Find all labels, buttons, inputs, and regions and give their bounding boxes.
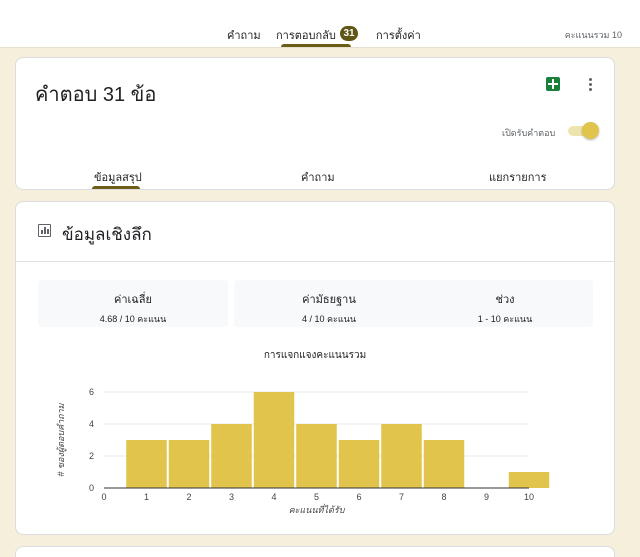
x-tick-label: 6 xyxy=(356,492,361,502)
x-tick-label: 2 xyxy=(186,492,191,502)
x-tick-label: 9 xyxy=(484,492,489,502)
x-tick-label: 8 xyxy=(441,492,446,502)
insights-card: ข้อมูลเชิงลึก ค่าเฉลี่ย 4.68 / 10 คะแนน … xyxy=(15,201,615,535)
score-distribution-chart: 0 2 4 6 0 1 2 3 4 5 6 7 8 9 10 คะแนนที่ได้รับ # ของผู้ตอ… xyxy=(56,387,550,515)
x-axis-label: คะแนนที่ได้รับ xyxy=(289,503,346,515)
bar xyxy=(338,440,380,488)
bar xyxy=(423,440,465,488)
active-subtab-indicator xyxy=(92,186,140,189)
accepting-responses-toggle[interactable] xyxy=(568,122,599,139)
tab-questions[interactable]: คำถาม xyxy=(227,26,261,44)
tab-settings[interactable]: การตั้งค่า xyxy=(376,26,421,44)
responses-card: คำตอบ 31 ข้อ เปิดรับคำตอบ ข้อมูลสรุป คำถ… xyxy=(15,57,615,190)
bar xyxy=(381,424,422,488)
x-tick-label: 4 xyxy=(271,492,276,502)
accepting-responses-label: เปิดรับคำตอบ xyxy=(502,128,556,138)
total-points: คะแนนรวม 10 xyxy=(564,30,622,40)
active-tab-indicator xyxy=(281,44,351,47)
responses-title: คำตอบ 31 ข้อ xyxy=(35,84,157,106)
responses-count-badge: 31 xyxy=(340,26,358,41)
y-tick-label: 4 xyxy=(89,419,94,429)
y-tick-label: 2 xyxy=(89,451,94,461)
x-tick-label: 3 xyxy=(229,492,234,502)
x-tick-label: 7 xyxy=(399,492,404,502)
subtab-summary[interactable]: ข้อมูลสรุป xyxy=(94,168,142,186)
bar xyxy=(296,424,337,488)
bar xyxy=(211,424,252,488)
x-tick-label: 5 xyxy=(314,492,319,502)
bar xyxy=(508,472,550,488)
bar xyxy=(253,392,295,488)
y-axis-label: # ของผู้ตอบคำถาม xyxy=(56,402,67,476)
subtab-individual[interactable]: แยกรายการ xyxy=(489,168,546,186)
bar xyxy=(168,440,210,488)
x-tick-label: 1 xyxy=(144,492,149,502)
subtab-question[interactable]: คำถาม xyxy=(301,168,335,186)
top-tabs: คำถาม การตอบกลับ 31 การตั้งค่า xyxy=(0,0,640,48)
tab-responses[interactable]: การตอบกลับ xyxy=(276,26,336,44)
y-tick-label: 6 xyxy=(89,387,94,397)
sheets-icon[interactable] xyxy=(546,77,560,91)
y-tick-label: 0 xyxy=(89,483,94,493)
top-bar: คำถาม การตอบกลับ 31 การตั้งค่า คะแนนรวม … xyxy=(0,0,640,48)
more-options-icon[interactable] xyxy=(584,76,596,94)
x-tick-label: 0 xyxy=(101,492,106,502)
x-tick-label: 10 xyxy=(524,492,534,502)
next-card xyxy=(15,546,615,557)
bar xyxy=(126,440,167,488)
